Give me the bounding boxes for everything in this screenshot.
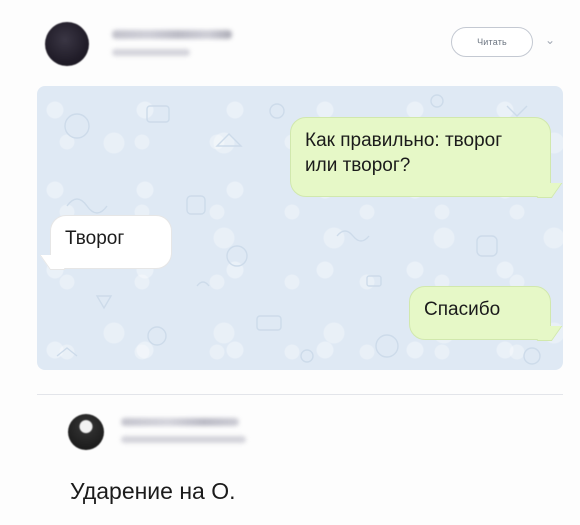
message-incoming: Творог [50, 215, 172, 269]
read-button[interactable]: Читать [451, 27, 533, 57]
chat-screenshot: Как правильно: творог или творог? Творог… [37, 86, 563, 370]
commenter-name-redacted [121, 418, 239, 426]
author-avatar[interactable] [45, 22, 89, 66]
author-handle-redacted [112, 49, 190, 56]
divider [37, 394, 563, 395]
post-card: Читать ⌄ Как правильно: творог или творо… [0, 0, 580, 525]
commenter-avatar[interactable] [68, 414, 104, 450]
comment-text: Ударение на О. [70, 478, 236, 504]
author-name-redacted [112, 30, 232, 39]
message-outgoing: Спасибо [409, 286, 551, 340]
commenter-handle-redacted [121, 436, 246, 443]
chevron-down-icon[interactable]: ⌄ [543, 33, 557, 47]
message-outgoing: Как правильно: творог или творог? [290, 117, 551, 197]
